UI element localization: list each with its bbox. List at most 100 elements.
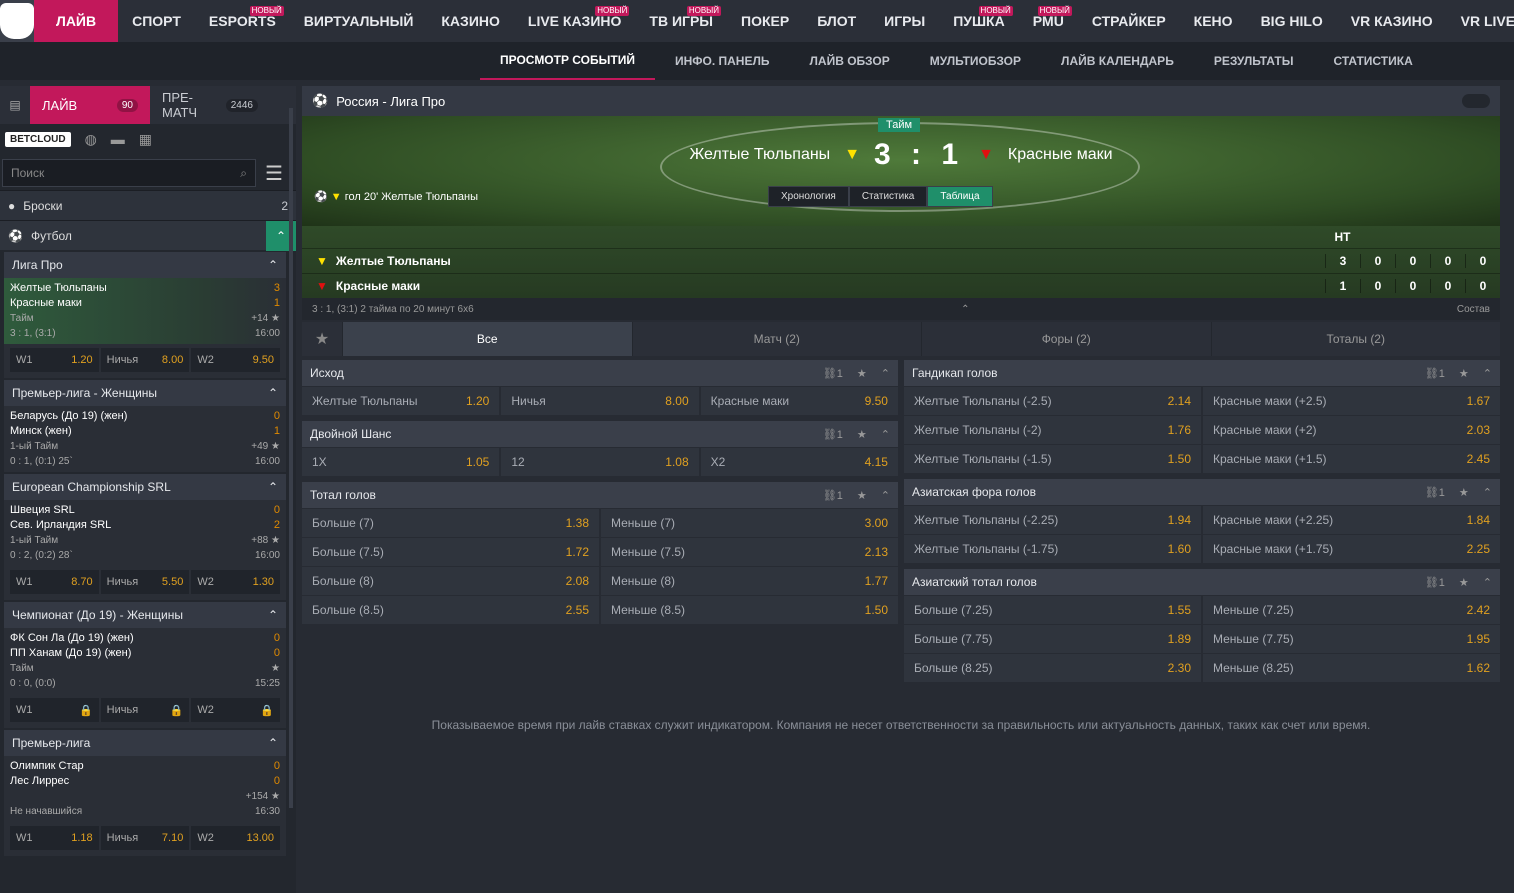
nav-item-11[interactable]: PMU НОВЫЙ — [1019, 0, 1078, 42]
nav-item-0[interactable]: ЛАЙВ — [34, 0, 119, 42]
odd-button[interactable]: Красные маки (+2.25) 1.84 — [1203, 506, 1500, 534]
grid-icon[interactable]: ▦ — [139, 131, 152, 148]
pitch-tab-1[interactable]: Статистика — [848, 186, 928, 207]
odd-button[interactable]: Ничья 8.00 — [100, 348, 190, 372]
odd-button[interactable]: W2 1.30 — [191, 570, 281, 594]
odd-button[interactable]: Больше (7.25) 1.55 — [904, 596, 1201, 624]
nav-item-2[interactable]: ESPORTS НОВЫЙ — [195, 0, 290, 42]
tab-prematch[interactable]: ПРЕ-МАТЧ 2446 — [150, 86, 270, 124]
market-tab-0[interactable]: Все — [342, 322, 632, 356]
market-tab-2[interactable]: Форы (2) — [921, 322, 1211, 356]
menu-icon[interactable]: ☰ — [256, 161, 292, 186]
nav-item-3[interactable]: ВИРТУАЛЬНЫЙ — [290, 0, 428, 42]
toggle-icon[interactable] — [1462, 94, 1490, 108]
chevron-up-icon[interactable]: ⌃ — [1483, 486, 1492, 499]
odd-button[interactable]: Больше (7.5) 1.72 — [302, 538, 599, 566]
list-icon[interactable]: ▤ — [0, 86, 30, 124]
link-icon[interactable]: ⛓1 — [1425, 486, 1445, 499]
star-icon[interactable]: ★ — [1459, 576, 1469, 589]
odd-button[interactable]: Желтые Тюльпаны (-2) 1.76 — [904, 416, 1201, 444]
link-icon[interactable]: ⛓1 — [1425, 576, 1445, 589]
match[interactable]: Олимпик Стар 0 Лес Лиррес 0 +154 ★ Не начавши… — [4, 756, 286, 822]
nav-item-9[interactable]: ИГРЫ — [870, 0, 939, 42]
odd-button[interactable]: Больше (7.75) 1.89 — [904, 625, 1201, 653]
league-header[interactable]: Чемпионат (До 19) - Женщины ⌃ — [4, 602, 286, 628]
link-icon[interactable]: ⛓1 — [823, 428, 843, 441]
odd-button[interactable]: Больше (8) 2.08 — [302, 567, 599, 595]
tab-live[interactable]: ЛАЙВ 90 — [30, 86, 150, 124]
star-icon[interactable]: ★ — [1459, 367, 1469, 380]
subnav-item-6[interactable]: СТАТИСТИКА — [1313, 42, 1432, 80]
market-header[interactable]: Тотал голов ⛓1 ★ ⌃ — [302, 482, 898, 508]
lineup-link[interactable]: Состав — [1457, 304, 1490, 315]
nav-item-12[interactable]: СТРАЙКЕР — [1078, 0, 1180, 42]
more-markets[interactable]: +154 ★ — [246, 789, 280, 804]
odd-button[interactable]: Красные маки (+2) 2.03 — [1203, 416, 1500, 444]
odd-button[interactable]: Красные маки (+1.5) 2.45 — [1203, 445, 1500, 473]
match[interactable]: Беларусь (До 19) (жен) 0 Минск (жен) 1 1-ый … — [4, 406, 286, 472]
subnav-item-1[interactable]: ИНФО. ПАНЕЛЬ — [655, 42, 790, 80]
odd-button[interactable]: X2 4.15 — [700, 448, 898, 476]
chevron-up-icon[interactable]: ⌃ — [268, 736, 278, 750]
odd-button[interactable]: W2 9.50 — [191, 348, 281, 372]
odd-button[interactable]: Меньше (7) 3.00 — [601, 509, 898, 537]
nav-item-14[interactable]: BIG HILO — [1247, 0, 1337, 42]
league-header[interactable]: Премьер-лига - Женщины ⌃ — [4, 380, 286, 406]
subnav-item-3[interactable]: МУЛЬТИОБЗОР — [910, 42, 1041, 80]
odd-button[interactable]: Желтые Тюльпаны (-2.5) 2.14 — [904, 387, 1201, 415]
chevron-up-icon[interactable]: ⌃ — [1483, 367, 1492, 380]
market-header[interactable]: Азиатская фора голов ⛓1 ★ ⌃ — [904, 479, 1500, 505]
more-markets[interactable]: +49 ★ — [251, 439, 280, 454]
odd-button[interactable]: Меньше (7.5) 2.13 — [601, 538, 898, 566]
nav-item-8[interactable]: БЛОТ — [803, 0, 870, 42]
sport-row[interactable]: ⚽ Футбол ⌃ — [0, 220, 296, 251]
odd-button[interactable]: Меньше (8.5) 1.50 — [601, 596, 898, 624]
subnav-item-4[interactable]: ЛАЙВ КАЛЕНДАРЬ — [1041, 42, 1194, 80]
chevron-up-icon[interactable]: ⌃ — [268, 608, 278, 622]
odd-button[interactable]: W1 8.70 — [10, 570, 99, 594]
nav-item-6[interactable]: ТВ ИГРЫ НОВЫЙ — [635, 0, 727, 42]
odd-button[interactable]: W1 1.20 — [10, 348, 99, 372]
nav-item-10[interactable]: ПУШКА НОВЫЙ — [939, 0, 1019, 42]
monitor-icon[interactable]: ▬ — [111, 131, 125, 147]
nav-item-4[interactable]: КАЗИНО — [427, 0, 514, 42]
nav-item-15[interactable]: VR КАЗИНО — [1337, 0, 1447, 42]
link-icon[interactable]: ⛓1 — [823, 367, 843, 380]
match[interactable]: Желтые Тюльпаны 3 Красные маки 1 Тайм +14 ★ 3 … — [4, 278, 286, 344]
odd-button[interactable]: Желтые Тюльпаны (-1.5) 1.50 — [904, 445, 1201, 473]
nav-item-5[interactable]: LIVE КАЗИНО НОВЫЙ — [514, 0, 636, 42]
nav-item-13[interactable]: КЕНО — [1180, 0, 1247, 42]
odd-button[interactable]: Меньше (8) 1.77 — [601, 567, 898, 595]
odd-button[interactable]: Больше (8.5) 2.55 — [302, 596, 599, 624]
subnav-item-2[interactable]: ЛАЙВ ОБЗОР — [790, 42, 910, 80]
globe-icon[interactable]: ◍ — [85, 131, 97, 148]
market-header[interactable]: Азиатский тотал голов ⛓1 ★ ⌃ — [904, 569, 1500, 595]
sidebar-scrollbar[interactable] — [289, 108, 293, 808]
chevron-up-icon[interactable]: ⌃ — [268, 258, 278, 272]
betcloud-button[interactable]: BETCLOUD — [5, 131, 71, 147]
market-header[interactable]: Гандикап голов ⛓1 ★ ⌃ — [904, 360, 1500, 386]
market-header[interactable]: Двойной Шанс ⛓1 ★ ⌃ — [302, 421, 898, 447]
nav-item-7[interactable]: ПОКЕР — [727, 0, 803, 42]
odd-button[interactable]: Меньше (8.25) 1.62 — [1203, 654, 1500, 682]
odd-button[interactable]: Меньше (7.75) 1.95 — [1203, 625, 1500, 653]
odd-button[interactable]: Ничья 8.00 — [501, 387, 699, 415]
link-icon[interactable]: ⛓1 — [1425, 367, 1445, 380]
chevron-up-icon[interactable]: ⌃ — [961, 304, 969, 315]
star-icon[interactable]: ★ — [857, 367, 867, 380]
odd-button[interactable]: W2 🔒 — [191, 698, 281, 722]
odd-button[interactable]: 12 1.08 — [501, 448, 699, 476]
odd-button[interactable]: Красные маки (+2.5) 1.67 — [1203, 387, 1500, 415]
search-input[interactable]: Поиск ⌕ — [2, 159, 256, 187]
more-markets[interactable]: +88 ★ — [251, 533, 280, 548]
odd-button[interactable]: W1 1.18 — [10, 826, 99, 850]
star-icon[interactable]: ★ — [857, 489, 867, 502]
market-tab-3[interactable]: Тоталы (2) — [1210, 322, 1501, 356]
star-icon[interactable]: ★ — [302, 322, 342, 356]
odd-button[interactable]: W1 🔒 — [10, 698, 99, 722]
chevron-up-icon[interactable]: ⌃ — [881, 489, 890, 502]
odd-button[interactable]: Больше (7) 1.38 — [302, 509, 599, 537]
chevron-up-icon[interactable]: ⌃ — [268, 480, 278, 494]
odd-button[interactable]: Ничья 5.50 — [100, 570, 190, 594]
league-header[interactable]: Премьер-лига ⌃ — [4, 730, 286, 756]
